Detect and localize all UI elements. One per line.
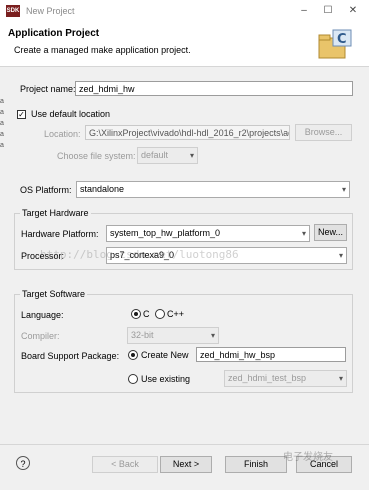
blog-watermark: http://blog.csdn.net/luotong86: [40, 248, 239, 261]
compiler-select[interactable]: 32-bit ▾: [127, 327, 219, 344]
help-icon[interactable]: ?: [16, 456, 30, 470]
language-cpp-label: C++: [167, 309, 185, 319]
footer-divider: [0, 444, 369, 445]
new-hardware-platform-button[interactable]: New...: [314, 224, 347, 241]
bsp-create-new-input[interactable]: zed_hdmi_hw_bsp: [196, 347, 346, 362]
project-name-input[interactable]: zed_hdmi_hw: [75, 81, 353, 96]
hardware-platform-label: Hardware Platform:: [21, 229, 99, 239]
compiler-label: Compiler:: [21, 331, 60, 341]
bsp-use-existing-value: zed_hdmi_test_bsp: [228, 373, 307, 383]
bsp-use-existing-radio[interactable]: [128, 374, 138, 384]
file-system-select[interactable]: default ▾: [137, 147, 198, 164]
maximize-button[interactable]: ☐: [318, 3, 338, 19]
hardware-platform-select[interactable]: system_top_hw_platform_0 ▾: [106, 225, 310, 242]
next-button[interactable]: Next >: [160, 456, 212, 473]
use-default-location-checkbox[interactable]: ✓: [17, 110, 26, 119]
finish-button[interactable]: Finish: [225, 456, 287, 473]
target-software-title: Target Software: [20, 289, 88, 299]
project-name-label: Project name:: [20, 84, 76, 94]
os-platform-label: OS Platform:: [20, 185, 72, 195]
compiler-value: 32-bit: [131, 330, 154, 340]
page-title: Application Project: [8, 28, 100, 39]
new-c-project-folder-icon: C: [318, 29, 352, 59]
language-label: Language:: [21, 310, 64, 320]
bsp-create-new-radio[interactable]: [128, 350, 138, 360]
chevron-down-icon: ▾: [338, 374, 343, 383]
site-watermark: 电子发烧友: [283, 452, 333, 463]
svg-text:C: C: [337, 32, 347, 47]
language-cpp-radio[interactable]: [155, 309, 165, 319]
back-button[interactable]: < Back: [92, 456, 158, 473]
location-label: Location:: [44, 129, 81, 139]
hardware-platform-value: system_top_hw_platform_0: [110, 228, 221, 238]
close-button[interactable]: ✕: [343, 3, 363, 19]
bsp-create-new-label: Create New: [141, 350, 189, 360]
location-input[interactable]: G:\XilinxProject\vivado\hdl-hdl_2016_r2\…: [85, 125, 290, 140]
chevron-down-icon: ▾: [301, 229, 306, 238]
file-system-label: Choose file system:: [57, 151, 136, 161]
file-system-value: default: [141, 150, 169, 160]
bsp-use-existing-select[interactable]: zed_hdmi_test_bsp ▾: [224, 370, 347, 387]
use-default-location-label: Use default location: [31, 109, 111, 119]
target-hardware-title: Target Hardware: [20, 208, 91, 218]
os-platform-value: standalone: [80, 184, 125, 194]
language-c-label: C: [143, 309, 150, 319]
browse-button[interactable]: Browse...: [295, 124, 352, 141]
chevron-down-icon: ▾: [341, 185, 346, 194]
sdk-app-icon: SDK: [6, 5, 20, 17]
chevron-down-icon: ▾: [210, 331, 215, 340]
language-c-radio[interactable]: [131, 309, 141, 319]
chevron-down-icon: ▾: [338, 251, 343, 260]
page-subtitle: Create a managed make application projec…: [14, 45, 191, 55]
chevron-down-icon: ▾: [189, 151, 194, 160]
minimize-button[interactable]: –: [294, 3, 314, 19]
background-editor-strip: a a a a a: [0, 98, 4, 149]
window-title: New Project: [26, 6, 75, 16]
os-platform-select[interactable]: standalone ▾: [76, 181, 350, 198]
bsp-use-existing-label: Use existing: [141, 374, 191, 384]
bsp-label: Board Support Package:: [21, 351, 120, 361]
